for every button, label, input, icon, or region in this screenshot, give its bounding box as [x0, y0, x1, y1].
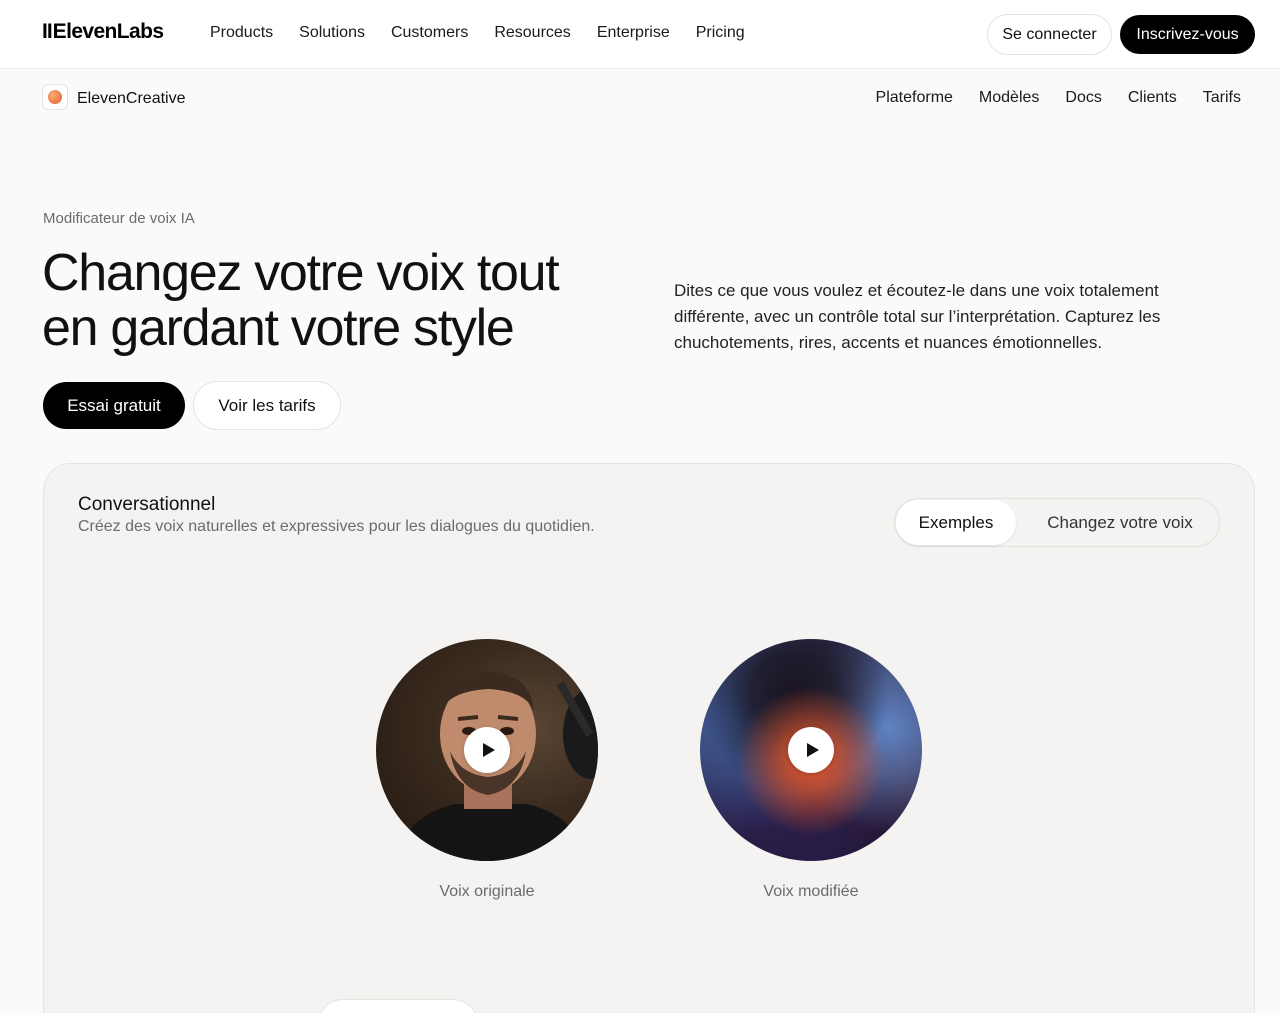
nav-item-products[interactable]: Products [210, 24, 273, 42]
modified-voice-label: Voix modifiée [763, 883, 859, 900]
bottom-action-pill[interactable] [318, 999, 478, 1013]
demo-title: Conversationnel [78, 494, 216, 515]
signup-button[interactable]: Inscrivez-vous [1120, 15, 1255, 54]
hero-eyebrow: Modificateur de voix IA [43, 210, 195, 227]
subnav-item-modeles[interactable]: Modèles [979, 89, 1039, 107]
hero-title-line-2: en gardant votre style [42, 299, 515, 357]
view-pricing-button[interactable]: Voir les tarifs [193, 381, 341, 430]
tab-changez-votre-voix[interactable]: Changez votre voix [1023, 500, 1217, 545]
hero-title: Changez votre voix tout en gardant votre… [42, 246, 642, 356]
hero-description: Dites ce que vous voulez et écoutez-le d… [674, 281, 1161, 352]
elevencreative-logo-icon[interactable] [42, 84, 68, 110]
hero-title-line-1: Changez votre voix tout [42, 244, 560, 302]
play-button-original[interactable] [464, 727, 510, 773]
product-subnav: ElevenCreative Plateforme Modèles Docs C… [0, 70, 1280, 126]
demo-subtitle: Créez des voix naturelles et expressives… [78, 518, 595, 535]
nav-item-pricing[interactable]: Pricing [696, 24, 745, 42]
free-trial-button[interactable]: Essai gratuit [43, 382, 185, 429]
nav-item-enterprise[interactable]: Enterprise [597, 24, 670, 42]
login-button[interactable]: Se connecter [987, 14, 1112, 55]
elevenlabs-logo[interactable]: IIElevenLabs [42, 20, 164, 44]
sample-modified-voice: Voix modifiée [700, 639, 922, 901]
main-menu: Products Solutions Customers Resources E… [210, 24, 745, 42]
nav-item-solutions[interactable]: Solutions [299, 24, 365, 42]
sub-menu: Plateforme Modèles Docs Clients Tarifs [876, 89, 1241, 107]
play-icon [482, 743, 495, 757]
nav-item-customers[interactable]: Customers [391, 24, 468, 42]
logo-text: ElevenLabs [52, 20, 164, 43]
tab-exemples[interactable]: Exemples [896, 500, 1016, 545]
top-navigation: IIElevenLabs Products Solutions Customer… [0, 0, 1280, 69]
subnav-item-docs[interactable]: Docs [1065, 89, 1101, 107]
subnav-item-tarifs[interactable]: Tarifs [1203, 89, 1241, 107]
logo-bars: II [42, 20, 53, 43]
play-button-modified[interactable] [788, 727, 834, 773]
sample-original-voice: Voix originale [376, 639, 598, 901]
modified-voice-avatar[interactable] [700, 639, 922, 861]
product-name[interactable]: ElevenCreative [77, 90, 186, 108]
nav-item-resources[interactable]: Resources [494, 24, 570, 42]
subnav-item-plateforme[interactable]: Plateforme [876, 89, 953, 107]
subnav-item-clients[interactable]: Clients [1128, 89, 1177, 107]
original-voice-label: Voix originale [439, 883, 535, 900]
voice-demo-card: Conversationnel Créez des voix naturelle… [43, 463, 1255, 1013]
original-voice-avatar[interactable] [376, 639, 598, 861]
demo-tab-switcher: Exemples Changez votre voix [894, 498, 1220, 547]
play-icon [806, 743, 819, 757]
